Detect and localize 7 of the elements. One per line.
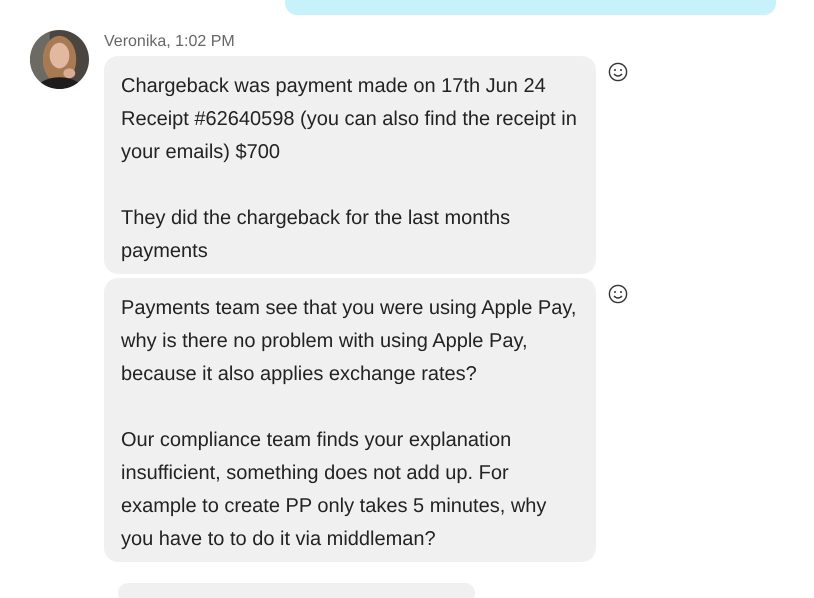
emoji-icon[interactable] [608, 284, 628, 304]
message-text: They did the chargeback for the last months payments [121, 206, 512, 264]
sender-name: Veronika, 1:02 PM [104, 32, 236, 52]
message-text: Our compliance team finds your explanation insufficient, something does not add up. For example to create PP only takes 5 minutes, why you have to to do it via middleman? [121, 428, 548, 552]
emoji-icon[interactable] [608, 62, 628, 82]
message-text: Chargeback was payment made on 17th Jun 24 Receipt #62640598 (you can also find the receipt in your emails) $700 [121, 74, 578, 165]
message-text: Payments team see that you were using Apple Pay, why is there no problem with using Apple Pay, because it also applies exchange rates? [121, 296, 578, 387]
